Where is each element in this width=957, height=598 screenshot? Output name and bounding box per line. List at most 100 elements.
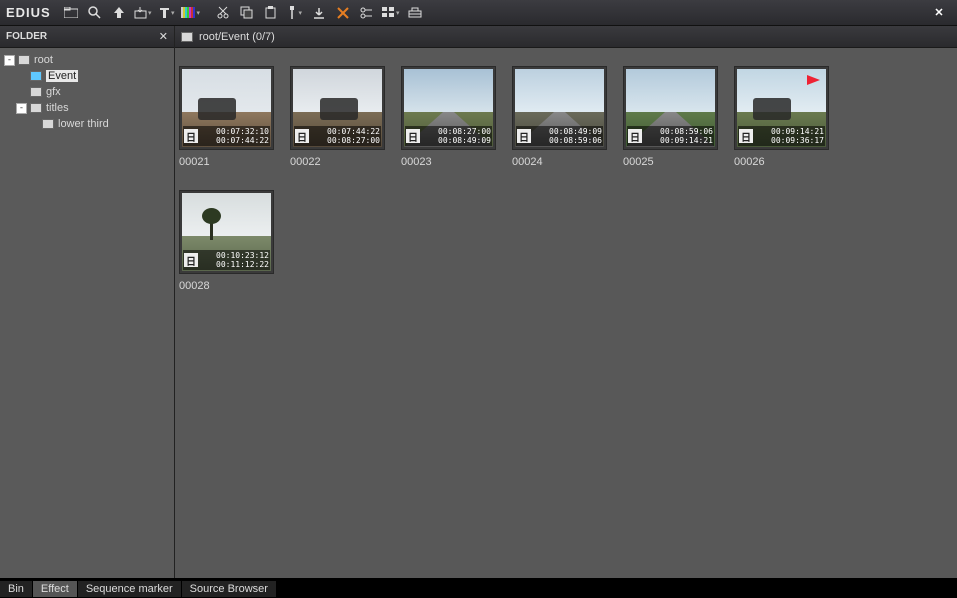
clip-name-label: 00023 — [401, 156, 512, 168]
clip-in-time: 00:08:49:09 — [549, 127, 602, 136]
tree-label-selected: Event — [46, 70, 78, 82]
clip-out-time: 00:08:49:09 — [438, 136, 491, 145]
up-arrow-icon[interactable] — [108, 3, 130, 23]
cut-icon[interactable] — [212, 3, 234, 23]
clip-thumbnail[interactable]: 日 00:08:27:0000:08:49:09 — [401, 66, 496, 150]
clip-thumbnail[interactable]: 日 00:07:44:2200:08:27:00 — [290, 66, 385, 150]
clip-name-label: 00028 — [179, 280, 290, 292]
clip-item[interactable]: 日 00:08:49:0900:08:59:06 00024 — [512, 66, 623, 168]
folder-panel-close-icon[interactable]: ✕ — [159, 30, 168, 43]
clip-media-type-icon: 日 — [184, 253, 198, 267]
clip-name-label: 00022 — [290, 156, 401, 168]
tree-label: lower third — [58, 118, 109, 130]
folder-icon[interactable] — [60, 3, 82, 23]
clip-out-time: 00:08:27:00 — [327, 136, 380, 145]
view-mode-icon[interactable] — [380, 3, 402, 23]
collapse-icon[interactable]: - — [16, 103, 27, 114]
toolbox-icon[interactable] — [404, 3, 426, 23]
tab-effect[interactable]: Effect — [33, 581, 77, 597]
content-panel: root/Event (0/7) 日00:07:32:1000:07:44:22… — [175, 26, 957, 578]
copy-icon[interactable] — [236, 3, 258, 23]
clip-item[interactable]: 日 00:07:44:2200:08:27:00 00022 — [290, 66, 401, 168]
clip-timecodes: 00:08:49:0900:08:59:06 — [549, 127, 603, 145]
clip-timecodes: 00:07:32:1000:07:44:22 — [216, 127, 270, 145]
search-icon[interactable] — [84, 3, 106, 23]
main-toolbar: EDIUS ✕ — [0, 0, 957, 26]
clip-out-time: 00:07:44:22 — [216, 136, 269, 145]
folder-closed-icon — [30, 103, 42, 113]
bottom-tab-bar: Bin Effect Sequence marker Source Browse… — [0, 578, 957, 598]
folder-open-icon — [30, 71, 42, 81]
clip-thumbnail[interactable]: 日 00:10:23:1200:11:12:22 — [179, 190, 274, 274]
folder-closed-icon — [30, 87, 42, 97]
color-bars-icon[interactable] — [180, 3, 202, 23]
clip-thumbnail[interactable]: 日 00:08:59:0600:09:14:21 — [623, 66, 718, 150]
clip-timecodes: 00:10:23:1200:11:12:22 — [216, 251, 270, 269]
clip-out-time: 00:09:36:17 — [771, 136, 824, 145]
tree-item-gfx[interactable]: gfx — [2, 84, 172, 100]
clip-thumbnail[interactable]: 日 00:08:49:0900:08:59:06 — [512, 66, 607, 150]
clip-media-type-icon: 日 — [295, 129, 309, 143]
tab-bin[interactable]: Bin — [0, 581, 32, 597]
tab-sequence-marker[interactable]: Sequence marker — [78, 581, 181, 597]
clip-in-time: 00:07:32:10 — [216, 127, 269, 136]
clip-grid: 日00:07:32:1000:07:44:2200021日00:07:44:22… — [175, 48, 957, 578]
tree-item-root[interactable]: - root — [2, 52, 172, 68]
clip-in-time: 00:08:27:00 — [438, 127, 491, 136]
collapse-icon[interactable]: - — [4, 55, 15, 66]
clip-item[interactable]: 日 00:08:59:0600:09:14:21 00025 — [623, 66, 734, 168]
clip-in-time: 00:07:44:22 — [327, 127, 380, 136]
folder-closed-icon — [42, 119, 54, 129]
clip-timecodes: 00:08:27:0000:08:49:09 — [438, 127, 492, 145]
clip-media-type-icon: 日 — [628, 129, 642, 143]
folder-panel: FOLDER ✕ - root Event gfx - titles — [0, 26, 175, 578]
download-icon[interactable] — [308, 3, 330, 23]
delete-icon[interactable] — [332, 3, 354, 23]
app-brand: EDIUS — [6, 5, 51, 20]
tree-label: titles — [46, 102, 69, 114]
clip-in-time: 00:08:59:06 — [660, 127, 713, 136]
clip-in-time: 00:10:23:12 — [216, 251, 269, 260]
clip-item[interactable]: 日 00:10:23:1200:11:12:22 00028 — [179, 190, 290, 292]
properties-icon[interactable] — [356, 3, 378, 23]
folder-panel-header: FOLDER ✕ — [0, 26, 174, 48]
clip-media-type-icon: 日 — [184, 129, 198, 143]
clip-media-type-icon: 日 — [517, 129, 531, 143]
clip-item[interactable]: 日 00:09:14:2100:09:36:17 00026 — [734, 66, 845, 168]
tree-label: gfx — [46, 86, 61, 98]
close-button[interactable]: ✕ — [927, 4, 951, 22]
clip-name-label: 00025 — [623, 156, 734, 168]
tree-item-event[interactable]: Event — [2, 68, 172, 84]
clip-thumbnail[interactable]: 日 00:09:14:2100:09:36:17 — [734, 66, 829, 150]
clip-name-label: 00024 — [512, 156, 623, 168]
clip-item[interactable]: 日 00:08:27:0000:08:49:09 00023 — [401, 66, 512, 168]
tree-item-lower-third[interactable]: lower third — [2, 116, 172, 132]
title-icon[interactable] — [156, 3, 178, 23]
clip-media-type-icon: 日 — [406, 129, 420, 143]
clip-out-time: 00:09:14:21 — [660, 136, 713, 145]
marker-icon[interactable] — [284, 3, 306, 23]
clip-name-label: 00026 — [734, 156, 845, 168]
content-header: root/Event (0/7) — [175, 26, 957, 48]
clip-thumbnail[interactable]: 日 00:07:32:1000:07:44:22 — [179, 66, 274, 150]
clip-timecodes: 00:07:44:2200:08:27:00 — [327, 127, 381, 145]
clip-out-time: 00:08:59:06 — [549, 136, 602, 145]
clip-name-label: 00021 — [179, 156, 290, 168]
clip-out-time: 00:11:12:22 — [216, 260, 269, 269]
folder-panel-title: FOLDER — [6, 31, 47, 42]
paste-icon[interactable] — [260, 3, 282, 23]
clip-in-time: 00:09:14:21 — [771, 127, 824, 136]
clip-media-type-icon: 日 — [739, 129, 753, 143]
folder-closed-icon — [181, 32, 193, 42]
main-area: FOLDER ✕ - root Event gfx - titles — [0, 26, 957, 578]
clip-item[interactable]: 日 00:07:32:1000:07:44:22 00021 — [179, 66, 290, 168]
tab-source-browser[interactable]: Source Browser — [182, 581, 276, 597]
clip-timecodes: 00:09:14:2100:09:36:17 — [771, 127, 825, 145]
tree-item-titles[interactable]: - titles — [2, 100, 172, 116]
folder-tree: - root Event gfx - titles lower third — [0, 48, 174, 578]
breadcrumb: root/Event (0/7) — [199, 31, 275, 43]
folder-closed-icon — [18, 55, 30, 65]
tree-label: root — [34, 54, 53, 66]
clip-timecodes: 00:08:59:0600:09:14:21 — [660, 127, 714, 145]
import-icon[interactable] — [132, 3, 154, 23]
